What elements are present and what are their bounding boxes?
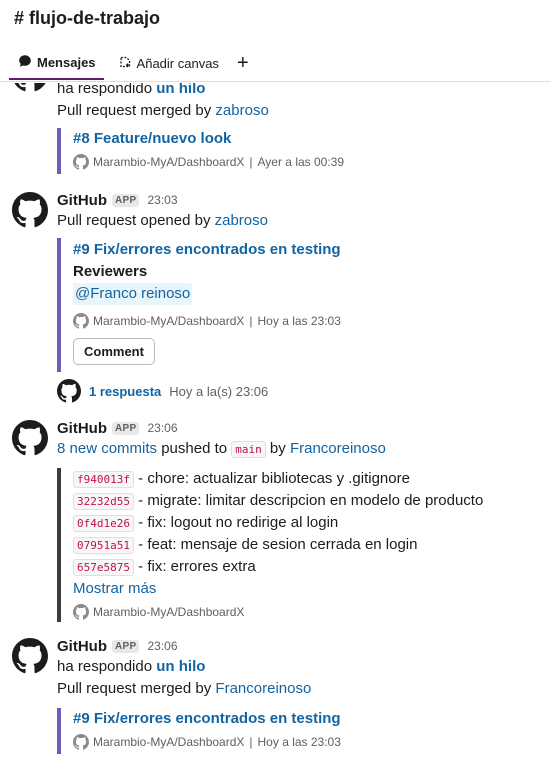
message-time[interactable]: 23:06 [147,421,177,435]
attachment-footer: Marambio-MyA/DashboardX | Hoy a las 23:0… [73,311,341,331]
message-text-prefix: Pull request merged by [57,680,216,697]
user-link[interactable]: zabroso [215,212,268,229]
footer-separator: | [249,155,253,169]
thread-link[interactable]: un hilo [156,83,205,97]
github-icon [73,734,89,750]
commit-message: - fix: logout no redirige al login [133,514,339,531]
commit-row: 657e5875 - fix: errores extra [73,556,483,578]
message-text-prefix: Pull request merged by [57,102,216,119]
attachment-footer: Marambio-MyA/DashboardX [73,602,483,622]
github-icon [57,379,81,403]
commit-hash[interactable]: f940013f [73,471,134,488]
message-text-prefix: Pull request opened by [57,212,215,229]
pushed-text: pushed to [157,440,232,457]
channel-header: # flujo-de-trabajo Mensajes Añadir canva… [0,0,550,82]
sender-name[interactable]: GitHub [57,420,107,437]
pr-title-link[interactable]: #9 Fix/errores encontrados en testing [73,239,341,261]
last-reply-time: Hoy a la(s) 23:06 [169,383,269,399]
reviewer-mention[interactable]: @Franco reinoso [73,283,193,305]
footer-separator: | [249,735,253,749]
commit-message: - migrate: limitar descripcion en modelo… [133,492,484,509]
commits-attachment: f940013f - chore: actualizar bibliotecas… [57,468,483,622]
pr-title-link[interactable]: #9 Fix/errores encontrados en testing [73,708,341,730]
message-time[interactable]: 23:03 [147,193,177,207]
commit-row: 07951a51 - feat: mensaje de sesion cerra… [73,534,483,556]
plus-icon[interactable]: + [237,46,249,80]
sender-name[interactable]: GitHub [57,638,107,655]
footer-separator: | [249,314,253,328]
channel-tabs: Mensajes Añadir canvas + [0,46,249,82]
message-header: GitHub APP 23:06 [57,418,537,438]
repo-name[interactable]: Marambio-MyA/DashboardX [93,605,244,619]
pr-attachment: #9 Fix/errores encontrados en testing Re… [57,238,341,372]
message-text: Pull request opened by zabroso [57,210,537,232]
app-badge: APP [112,639,140,653]
pr-attachment: #9 Fix/errores encontrados en testing Ma… [57,708,341,754]
show-more-link[interactable]: Mostrar más [73,580,156,597]
by-text: by [265,440,290,457]
commit-message: - feat: mensaje de sesion cerrada en log… [133,536,418,553]
message-header: GitHub APP 23:03 [57,190,537,210]
repo-name[interactable]: Marambio-MyA/DashboardX [93,155,244,169]
reviewer-row: @Franco reinoso [73,283,341,305]
attachment-time: Ayer a las 00:39 [257,155,345,169]
attachment-footer: Marambio-MyA/DashboardX | Hoy a las 23:0… [73,732,341,752]
message-text: Pull request merged by zabroso [57,100,537,122]
attachment-time: Hoy a las 23:03 [257,735,341,749]
commit-hash[interactable]: 0f4d1e26 [73,515,134,532]
github-icon[interactable] [12,638,48,674]
message-time[interactable]: 23:06 [147,639,177,653]
commit-row: 0f4d1e26 - fix: logout no redirige al lo… [73,512,483,534]
show-more-row: Mostrar más [73,578,483,600]
github-icon[interactable] [12,83,48,92]
branch-name: main [231,441,266,458]
message-text: Pull request merged by Francoreinoso [57,678,537,700]
github-icon [73,604,89,620]
pr-title-link[interactable]: #8 Feature/nuevo look [73,128,344,150]
thread-link[interactable]: un hilo [156,658,205,675]
tab-add-canvas[interactable]: Añadir canvas [110,46,227,80]
tab-add-canvas-label: Añadir canvas [136,55,219,71]
reviewers-label: Reviewers [73,263,148,280]
commit-row: 32232d55 - migrate: limitar descripcion … [73,490,483,512]
commit-hash[interactable]: 07951a51 [73,537,134,554]
message-feed[interactable]: ha respondido un hilo Pull request merge… [0,83,550,773]
channel-title[interactable]: # flujo-de-trabajo [14,8,160,29]
sender-name[interactable]: GitHub [57,192,107,209]
repo-name[interactable]: Marambio-MyA/DashboardX [93,314,244,328]
reply-prefix: ha respondido [57,658,157,675]
tab-messages-label: Mensajes [37,54,96,70]
canvas-icon [118,55,132,72]
message-text: 8 new commits pushed to main by Francore… [57,438,537,460]
commit-hash[interactable]: 32232d55 [73,493,134,510]
commit-hash[interactable]: 657e5875 [73,559,134,576]
reply-notice: ha respondido un hilo [57,83,537,100]
attachment-footer: Marambio-MyA/DashboardX | Ayer a las 00:… [73,152,344,172]
github-icon [73,313,89,329]
chat-bubble-icon [18,54,32,71]
repo-name[interactable]: Marambio-MyA/DashboardX [93,735,244,749]
attachment-time: Hoy a las 23:03 [257,314,341,328]
pr-attachment: #8 Feature/nuevo look Marambio-MyA/Dashb… [57,128,344,174]
thread-replies[interactable]: 1 respuesta Hoy a la(s) 23:06 [57,378,268,404]
reply-count[interactable]: 1 respuesta [89,384,161,399]
user-link[interactable]: Francoreinoso [290,440,386,457]
github-icon [73,154,89,170]
reply-prefix: ha respondido [57,83,157,97]
app-badge: APP [112,193,140,207]
user-link[interactable]: zabroso [215,102,268,119]
commit-message: - fix: errores extra [133,558,256,575]
message-header: GitHub APP 23:06 [57,636,537,656]
user-link[interactable]: Francoreinoso [215,680,311,697]
app-badge: APP [112,421,140,435]
github-icon[interactable] [12,420,48,456]
commit-message: - chore: actualizar bibliotecas y .gitig… [133,470,410,487]
tab-messages[interactable]: Mensajes [9,46,104,80]
reply-notice: ha respondido un hilo [57,656,537,678]
comment-button[interactable]: Comment [73,338,155,365]
commit-row: f940013f - chore: actualizar bibliotecas… [73,468,483,490]
github-icon[interactable] [12,192,48,228]
commits-link[interactable]: 8 new commits [57,440,157,457]
attachment-actions: Comment [73,338,341,365]
